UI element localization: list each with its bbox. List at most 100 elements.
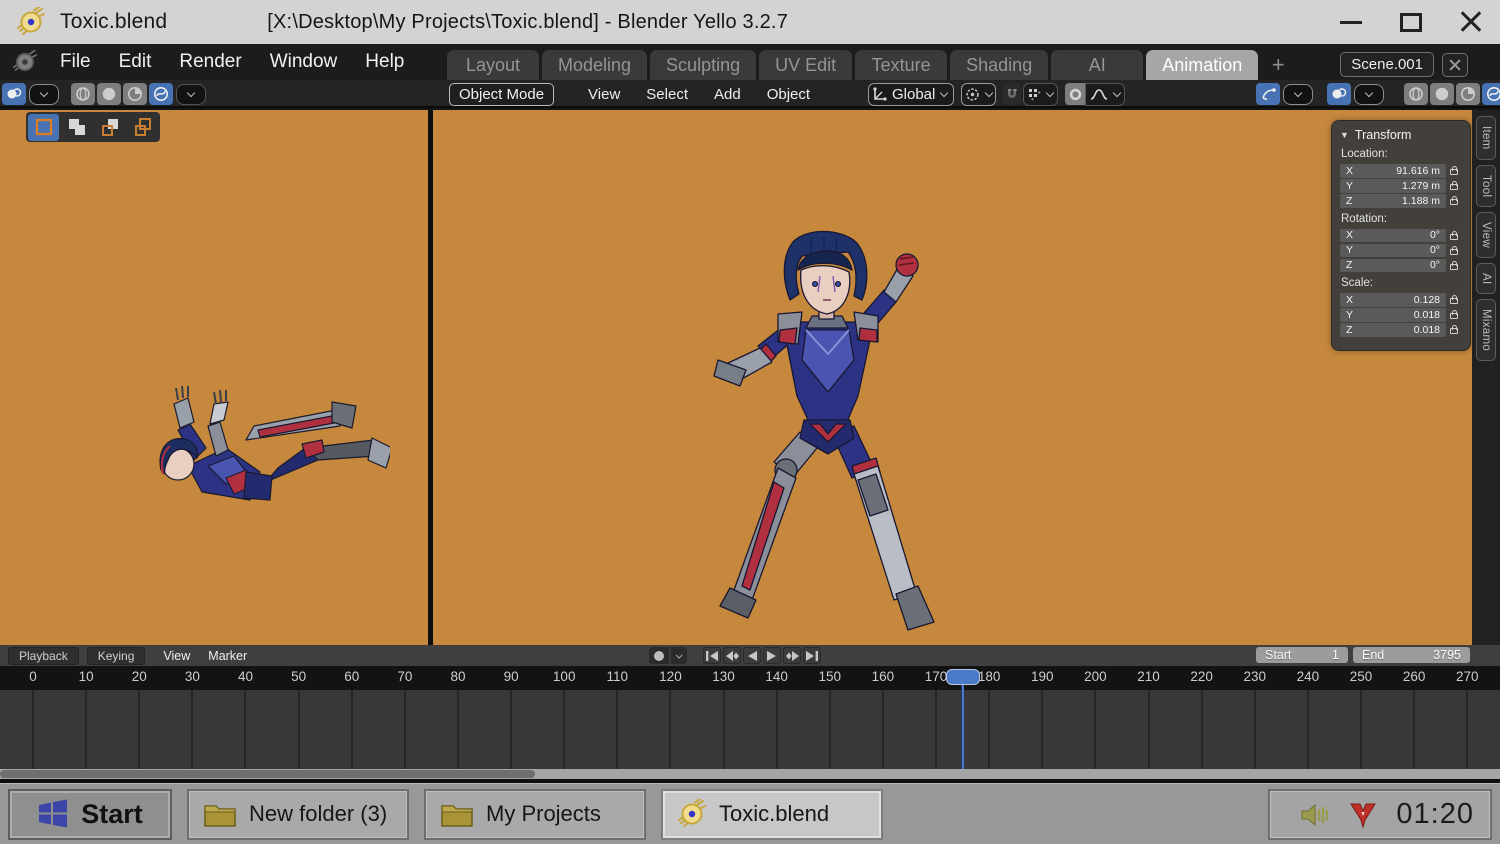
editor-type-dropdown[interactable] <box>29 83 59 105</box>
select-subtract-icon[interactable] <box>94 114 125 141</box>
lock-icon[interactable] <box>1450 260 1458 270</box>
viewport-right[interactable]: ▼ Transform Location: X 91.616 m Y 1.279 m… <box>433 110 1472 645</box>
sidebar-tab-item[interactable]: Item <box>1476 116 1496 160</box>
add-workspace-button[interactable]: + <box>1261 50 1295 80</box>
menu-file[interactable]: File <box>60 51 91 73</box>
snap-target-dropdown[interactable] <box>1023 82 1059 106</box>
shading-wireframe-icon[interactable] <box>1404 83 1428 105</box>
viewport-left[interactable] <box>0 110 429 645</box>
sidebar-tab-tool[interactable]: Tool <box>1476 164 1496 207</box>
scene-name-field[interactable]: Scene.001 <box>1340 52 1434 77</box>
volume-icon[interactable] <box>1300 802 1330 828</box>
frame-end-field[interactable]: End 3795 <box>1353 647 1470 663</box>
tab-texture[interactable]: Texture <box>855 50 948 80</box>
jump-to-end-icon[interactable] <box>803 647 821 664</box>
shading-solid-icon[interactable] <box>1430 83 1454 105</box>
play-reverse-icon[interactable] <box>743 647 761 664</box>
menu-render[interactable]: Render <box>179 51 241 73</box>
keying-dropdown[interactable] <box>671 647 687 664</box>
tab-layout[interactable]: Layout <box>447 50 539 80</box>
shading-wireframe-icon[interactable] <box>71 83 95 105</box>
transform-panel-header[interactable]: ▼ Transform <box>1340 128 1462 142</box>
menu-select[interactable]: Select <box>646 86 688 103</box>
menu-window[interactable]: Window <box>270 51 338 73</box>
gizmo-dropdown[interactable] <box>1283 83 1313 105</box>
overlays-dropdown[interactable] <box>1354 83 1384 105</box>
taskbar-item-toxic-blend[interactable]: Toxic.blend <box>661 788 883 840</box>
shading-solid-icon[interactable] <box>97 83 121 105</box>
taskbar-item-new-folder[interactable]: New folder (3) <box>187 788 409 840</box>
shading-rendered-icon[interactable] <box>149 83 173 105</box>
close-icon[interactable] <box>1460 11 1482 33</box>
rotation-y-field[interactable]: Y 0° <box>1340 243 1446 257</box>
jump-to-start-icon[interactable] <box>703 647 721 664</box>
rotation-x-field[interactable]: X 0° <box>1340 228 1446 242</box>
tray-app-icon[interactable] <box>1350 802 1377 828</box>
maximize-icon[interactable] <box>1400 12 1422 32</box>
character-render[interactable] <box>700 228 940 645</box>
location-x-field[interactable]: X 91.616 m <box>1340 164 1446 178</box>
show-gizmo-icon[interactable] <box>1256 83 1280 105</box>
shading-rendered-icon[interactable] <box>1482 83 1500 105</box>
editor-type-icon[interactable] <box>2 83 26 105</box>
lock-icon[interactable] <box>1450 295 1458 305</box>
play-icon[interactable] <box>763 647 781 664</box>
playback-menu[interactable]: Playback <box>8 646 79 665</box>
scale-y-field[interactable]: Y 0.018 <box>1340 308 1446 322</box>
scale-x-field[interactable]: X 0.128 <box>1340 293 1446 307</box>
tab-modeling[interactable]: Modeling <box>542 50 648 80</box>
timeline-ruler[interactable]: 0 10 20 30 40 50 60 70 80 90 100 110 120 130 140 150 160… <box>0 666 1500 690</box>
timeline-grid[interactable] <box>0 690 1500 769</box>
shading-material-icon[interactable] <box>123 83 147 105</box>
playhead-handle[interactable] <box>945 669 980 685</box>
timeline-scrollbar-thumb[interactable] <box>0 770 535 778</box>
menu-object[interactable]: Object <box>767 86 810 103</box>
menu-edit[interactable]: Edit <box>119 51 152 73</box>
keying-menu[interactable]: Keying <box>86 646 146 665</box>
previous-keyframe-icon[interactable] <box>723 647 741 664</box>
select-set-icon[interactable] <box>28 113 59 141</box>
location-y-field[interactable]: Y 1.279 m <box>1340 179 1446 193</box>
frame-start-field[interactable]: Start 1 <box>1256 647 1348 663</box>
menu-view[interactable]: View <box>588 86 620 103</box>
transform-orientation-dropdown[interactable]: Global <box>868 82 955 106</box>
sidebar-tab-ai[interactable]: AI <box>1476 262 1496 295</box>
auto-keying-record-icon[interactable] <box>649 647 669 664</box>
timeline-marker-menu[interactable]: Marker <box>208 649 247 663</box>
next-keyframe-icon[interactable] <box>783 647 801 664</box>
blender-logo-icon[interactable] <box>12 49 38 75</box>
tab-animation[interactable]: Animation <box>1146 50 1259 80</box>
scene-unlink-icon[interactable] <box>1442 52 1468 77</box>
timeline-view-menu[interactable]: View <box>163 649 190 663</box>
sidebar-tab-mixamo[interactable]: Mixamo <box>1476 299 1496 362</box>
lock-icon[interactable] <box>1450 325 1458 335</box>
lock-icon[interactable] <box>1450 310 1458 320</box>
menu-add[interactable]: Add <box>714 86 741 103</box>
show-overlays-icon[interactable] <box>1327 83 1351 105</box>
character-render-falling[interactable] <box>130 382 390 522</box>
minimize-icon[interactable] <box>1340 20 1362 24</box>
proportional-editing-icon[interactable] <box>1065 83 1086 105</box>
lock-icon[interactable] <box>1450 196 1458 206</box>
timeline-scrollbar[interactable] <box>0 769 1500 779</box>
proportional-falloff-dropdown[interactable] <box>1085 82 1126 106</box>
snap-magnet-icon[interactable] <box>1003 83 1022 105</box>
tab-shading[interactable]: Shading <box>950 50 1049 80</box>
menu-help[interactable]: Help <box>365 51 404 73</box>
pivot-point-dropdown[interactable] <box>961 82 997 106</box>
start-button[interactable]: Start <box>8 788 172 840</box>
tab-uv-edit[interactable]: UV Edit <box>759 50 853 80</box>
taskbar-item-my-projects[interactable]: My Projects <box>424 788 646 840</box>
location-z-field[interactable]: Z 1.188 m <box>1340 194 1446 208</box>
lock-icon[interactable] <box>1450 245 1458 255</box>
select-invert-icon[interactable] <box>127 114 158 141</box>
scale-z-field[interactable]: Z 0.018 <box>1340 323 1446 337</box>
select-extend-icon[interactable] <box>61 114 92 141</box>
sidebar-tab-view[interactable]: View <box>1476 211 1496 258</box>
object-mode-selector[interactable]: Object Mode <box>449 82 555 106</box>
lock-icon[interactable] <box>1450 166 1458 176</box>
tab-ai[interactable]: AI <box>1051 50 1144 80</box>
lock-icon[interactable] <box>1450 181 1458 191</box>
shading-material-icon[interactable] <box>1456 83 1480 105</box>
tab-sculpting[interactable]: Sculpting <box>650 50 757 80</box>
